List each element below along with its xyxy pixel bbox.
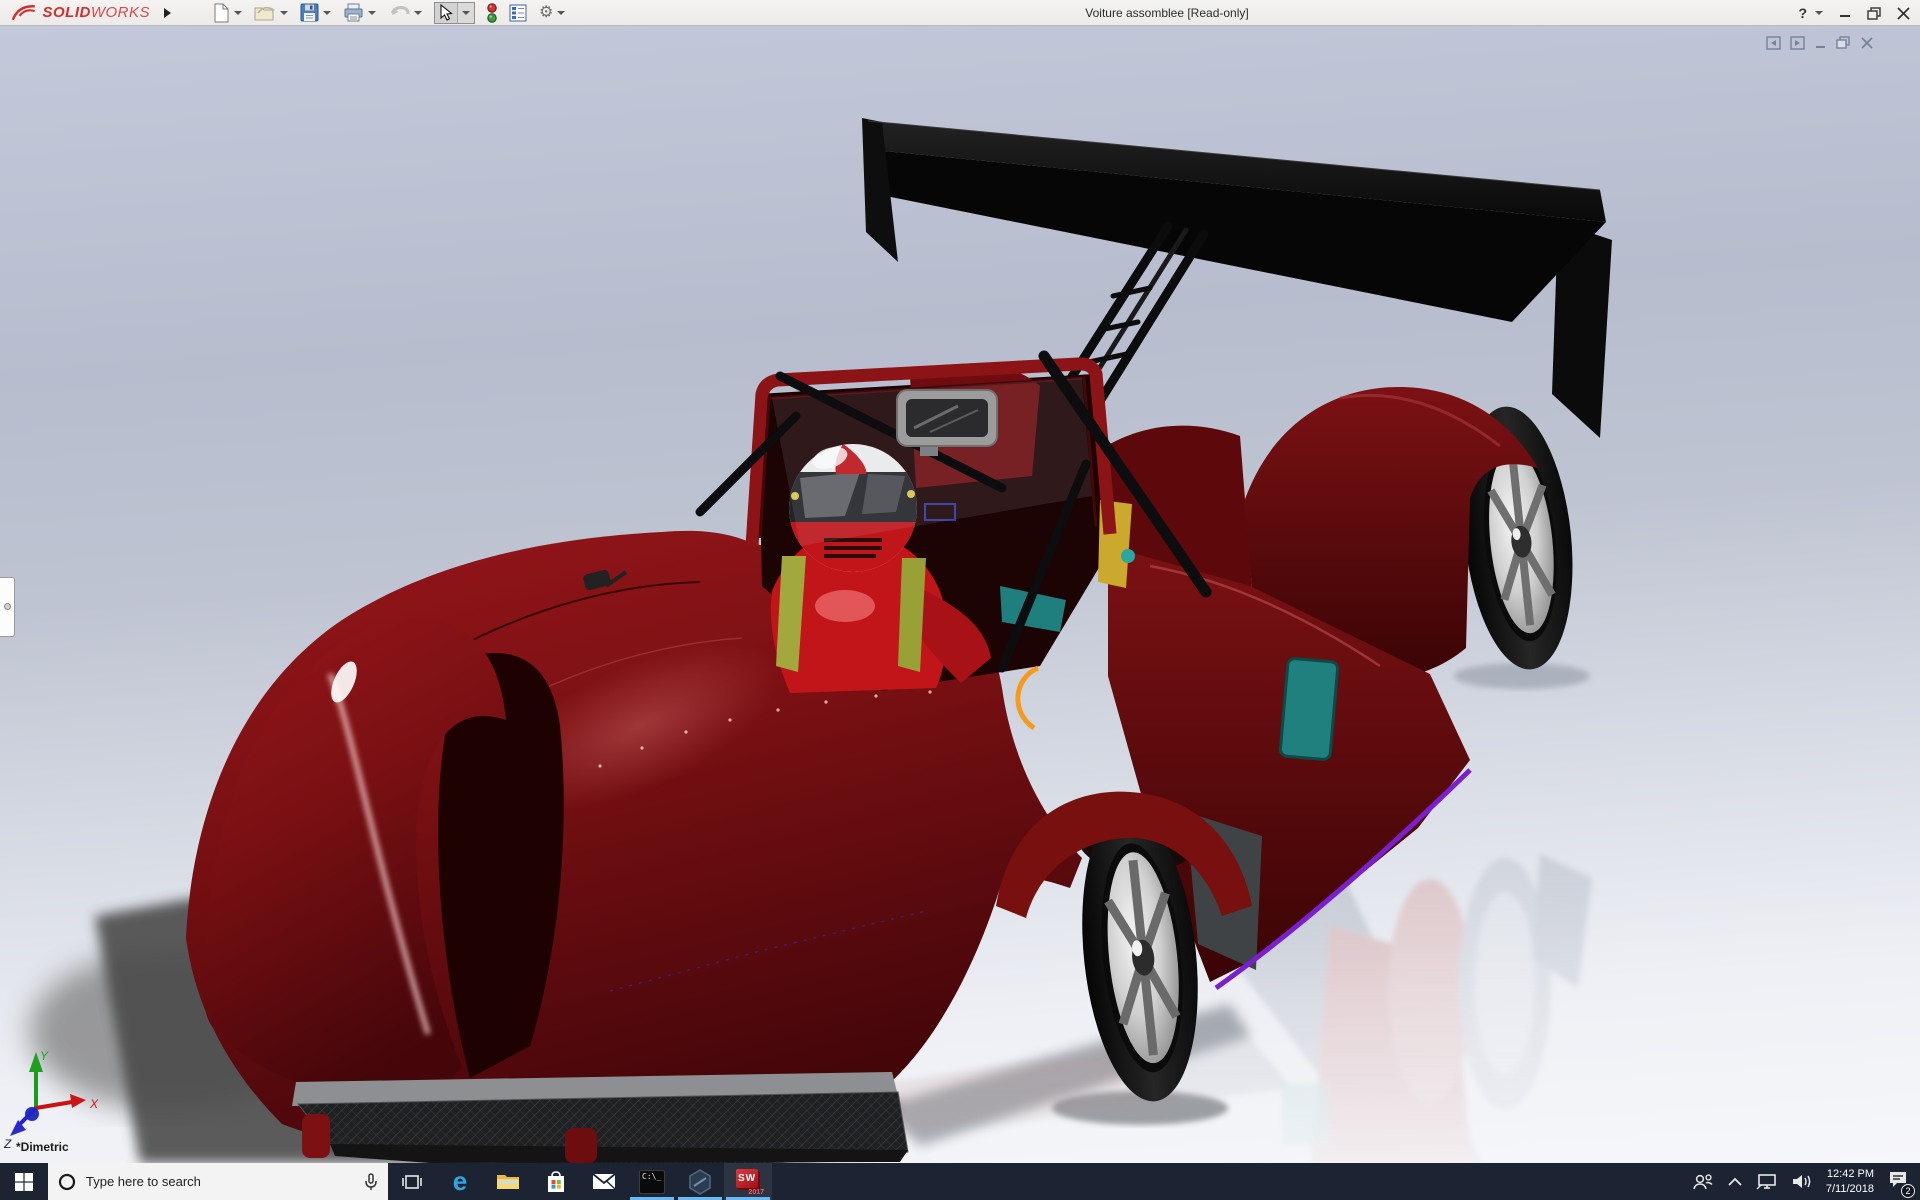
options-gear-icon: ⚙: [539, 5, 553, 21]
save-button[interactable]: [300, 3, 331, 22]
save-dropdown[interactable]: [323, 11, 331, 15]
taskbar-app-command-prompt[interactable]: C:\_: [628, 1163, 676, 1200]
close-document-button[interactable]: [1860, 36, 1874, 50]
select-tool-dropdown[interactable]: [457, 3, 474, 23]
taskbar-app-file-explorer[interactable]: [484, 1163, 532, 1200]
taskbar-app-store[interactable]: [532, 1163, 580, 1200]
mail-icon: [592, 1173, 616, 1190]
print-dropdown[interactable]: [368, 11, 376, 15]
front-left-fender[interactable]: [205, 618, 564, 1108]
print-icon: [343, 3, 364, 22]
taskbar-app-composer[interactable]: [676, 1163, 724, 1200]
tray-time: 12:42 PM: [1826, 1167, 1874, 1181]
microphone-icon[interactable]: [364, 1173, 378, 1191]
people-icon[interactable]: [1692, 1173, 1714, 1191]
3d-model-scene[interactable]: Y X Z: [0, 26, 1920, 1163]
taskbar-app-edge[interactable]: e: [436, 1163, 484, 1200]
print-button[interactable]: [343, 3, 376, 22]
volume-icon[interactable]: [1792, 1173, 1812, 1190]
command-prompt-icon: C:\_: [639, 1170, 665, 1194]
design-table-button[interactable]: [509, 4, 527, 22]
start-button[interactable]: [0, 1163, 48, 1200]
edge-icon: e: [453, 1168, 467, 1194]
open-folder-icon: [254, 4, 276, 22]
options-button[interactable]: ⚙: [539, 5, 565, 21]
triad-z-label: Z: [3, 1137, 12, 1151]
taskbar-app-solidworks[interactable]: SW 2017: [724, 1163, 772, 1200]
main-toolbar: ⚙: [212, 2, 577, 24]
options-dropdown[interactable]: [557, 11, 565, 15]
panel-tab-dot: [4, 603, 11, 610]
select-tool-button[interactable]: [435, 3, 457, 23]
windows-logo-icon: [15, 1173, 33, 1191]
undo-button[interactable]: [388, 4, 422, 22]
help-dropdown[interactable]: [1815, 11, 1823, 15]
select-cursor-icon: [439, 4, 453, 21]
document-window-controls: [1766, 36, 1874, 50]
solidworks-2017-icon: SW 2017: [734, 1169, 762, 1195]
new-document-icon: [212, 3, 230, 23]
undo-dropdown[interactable]: [414, 11, 422, 15]
windows-taskbar: Type here to search e: [0, 1163, 1920, 1200]
dock-previous-button[interactable]: [1766, 36, 1781, 50]
tray-clock[interactable]: 12:42 PM 7/11/2018: [1826, 1167, 1874, 1196]
task-view-button[interactable]: [388, 1163, 436, 1200]
open-button[interactable]: [254, 4, 288, 22]
cortana-icon: [58, 1173, 76, 1191]
system-tray: 12:42 PM 7/11/2018 2: [1692, 1163, 1920, 1200]
help-button[interactable]: ?: [1798, 5, 1807, 21]
traffic-light-icon: [487, 3, 497, 23]
file-explorer-icon: [496, 1172, 520, 1192]
view-orientation-label: *Dimetric: [16, 1140, 69, 1154]
network-icon[interactable]: [1756, 1173, 1778, 1190]
minimize-button[interactable]: [1839, 7, 1851, 19]
task-view-icon: [402, 1174, 422, 1190]
feature-panel-collapsed-tab[interactable]: [0, 577, 15, 637]
window-controls: ?: [1798, 0, 1910, 26]
notification-count-badge: 2: [1901, 1184, 1915, 1198]
tray-chevron-up-icon[interactable]: [1728, 1177, 1742, 1186]
composer-hexagon-icon: [688, 1169, 712, 1195]
open-dropdown[interactable]: [280, 11, 288, 15]
taskbar-search-input[interactable]: Type here to search: [48, 1163, 388, 1200]
triad-y-label: Y: [40, 1049, 49, 1063]
save-floppy-icon: [300, 3, 319, 22]
store-icon: [546, 1171, 566, 1193]
rear-view-mirror[interactable]: [897, 390, 997, 456]
graphics-viewport[interactable]: Y X Z: [0, 26, 1920, 1163]
title-bar: SOLIDWORKS: [0, 0, 1920, 26]
dock-next-button[interactable]: [1790, 36, 1805, 50]
solidworks-app-window: SOLIDWORKS: [0, 0, 1920, 1200]
triad-x-label: X: [89, 1097, 99, 1111]
taskbar-app-mail[interactable]: [580, 1163, 628, 1200]
solidworks-logo: SOLIDWORKS: [0, 2, 150, 24]
solidworks-logo-mark: [10, 2, 38, 24]
undo-icon: [388, 4, 410, 22]
action-center-button[interactable]: 2: [1888, 1170, 1908, 1194]
restore-document-button[interactable]: [1836, 36, 1851, 50]
window-title: Voiture assomblee [Read-only]: [1085, 0, 1248, 26]
minimize-document-button[interactable]: [1814, 36, 1827, 50]
close-button[interactable]: [1897, 7, 1910, 20]
solidworks-logo-text: SOLIDWORKS: [42, 4, 150, 21]
restore-button[interactable]: [1867, 7, 1881, 20]
select-tool-group: [434, 2, 475, 24]
orange-sketch-arc: [1018, 668, 1038, 728]
evaluate-lights-button[interactable]: [487, 3, 497, 23]
menu-expander-arrow[interactable]: [158, 3, 176, 23]
new-document-dropdown[interactable]: [234, 11, 242, 15]
design-table-icon: [509, 4, 527, 22]
tray-date: 7/11/2018: [1826, 1182, 1874, 1196]
search-placeholder-text: Type here to search: [86, 1174, 354, 1189]
front-grille[interactable]: [292, 1072, 908, 1163]
new-document-button[interactable]: [212, 3, 242, 23]
